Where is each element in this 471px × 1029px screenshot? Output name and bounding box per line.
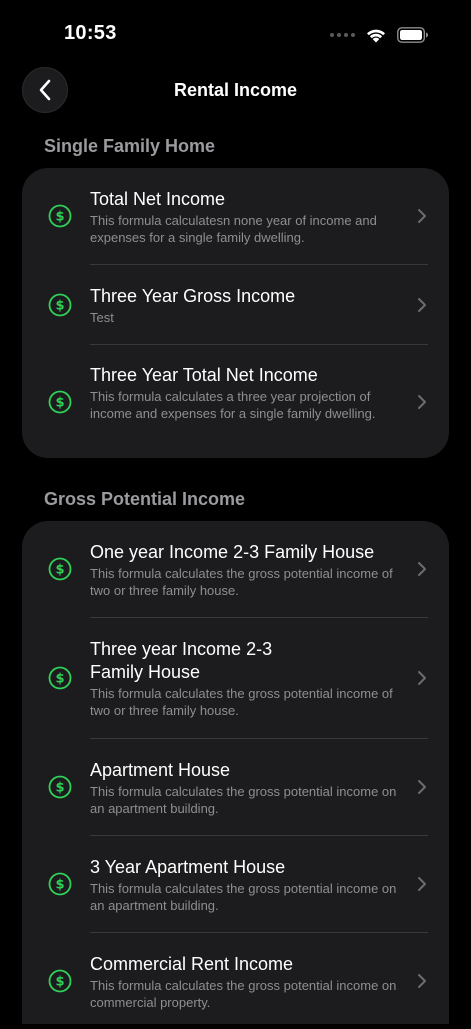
dollar-circle-icon: $ [48,557,72,581]
item-description: This formula calculates the gross potent… [90,881,397,913]
list-item-three-year-gross-income[interactable]: $ Three Year Gross Income Test [22,265,449,344]
chevron-right-icon [418,877,426,891]
chevron-right-icon [418,209,426,223]
status-icons [330,24,429,46]
battery-icon [397,27,428,43]
page-title: Rental Income [173,80,298,100]
item-title: Commercial Rent Income [90,954,294,974]
svg-text:$: $ [55,298,64,313]
item-title: Total Net Income [90,189,226,209]
chevron-right-icon [418,780,426,794]
item-description: Test [90,310,114,325]
list-item-one-year-income-2-3-family-house[interactable]: $ One year Income 2-3 Family House This … [22,521,449,617]
svg-text:$: $ [55,878,64,893]
item-description: This formula calculates a three year pro… [90,389,376,421]
dollar-circle-icon: $ [48,775,72,799]
dollar-circle-icon: $ [48,204,72,228]
list-item-three-year-total-net-income[interactable]: $ Three Year Total Net Income This formu… [22,345,449,458]
item-title: Three Year Total Net Income [90,365,318,385]
item-description: This formula calculates the gross potent… [90,978,397,1010]
dollar-circle-icon: $ [48,969,72,993]
svg-text:$: $ [55,395,64,410]
item-description: This formula calculatesn none year of in… [90,213,377,245]
list-item-3-year-apartment-house[interactable]: $ 3 Year Apartment House This formula ca… [22,836,449,932]
item-title: Apartment House [90,760,231,780]
dollar-circle-icon: $ [48,666,72,690]
dollar-circle-icon: $ [48,293,72,316]
chevron-right-icon [418,974,426,988]
item-description: This formula calculates the gross potent… [90,784,397,816]
chevron-right-icon [418,297,426,312]
item-title: 3 Year Apartment House [90,857,286,877]
svg-text:$: $ [55,975,64,990]
nav-bar: Rental Income [0,66,471,116]
dollar-circle-icon: $ [48,390,72,413]
chevron-right-icon [418,394,426,409]
svg-text:$: $ [55,563,64,578]
svg-text:$: $ [55,781,64,796]
section-header-gross-potential-income: Gross Potential Income [44,489,246,509]
list-item-apartment-house[interactable]: $ Apartment House This formula calculate… [22,739,449,835]
svg-text:$: $ [55,210,64,225]
card-single-family-home: $ Total Net Income This formula calculat… [22,168,449,458]
item-title: One year Income 2-3 Family House [90,542,375,562]
wifi-icon [367,29,385,43]
status-time: 10:53 [64,22,117,44]
list-item-total-net-income[interactable]: $ Total Net Income This formula calculat… [22,168,449,264]
card-gross-potential-income: $ One year Income 2-3 Family House This … [22,521,449,1024]
section-header-single-family-home: Single Family Home [44,136,216,156]
item-description: This formula calculates the gross potent… [90,566,393,598]
item-title: Three Year Gross Income [90,286,296,306]
dollar-circle-icon: $ [48,872,72,896]
chevron-right-icon [418,671,426,685]
list-item-commercial-rent-income[interactable]: $ Commercial Rent Income This formula ca… [22,933,449,1029]
chevron-right-icon [418,562,426,576]
cellular-signal-icon [330,33,355,37]
item-description: This formula calculates the gross potent… [90,686,393,718]
list-item-three-year-income-2-3-family-house[interactable]: $ Three year Income 2-3 Family House Thi… [22,618,449,738]
item-title: Three year Income 2-3 Family House [90,639,273,682]
status-bar: 10:53 [0,0,471,60]
svg-text:$: $ [55,672,64,687]
